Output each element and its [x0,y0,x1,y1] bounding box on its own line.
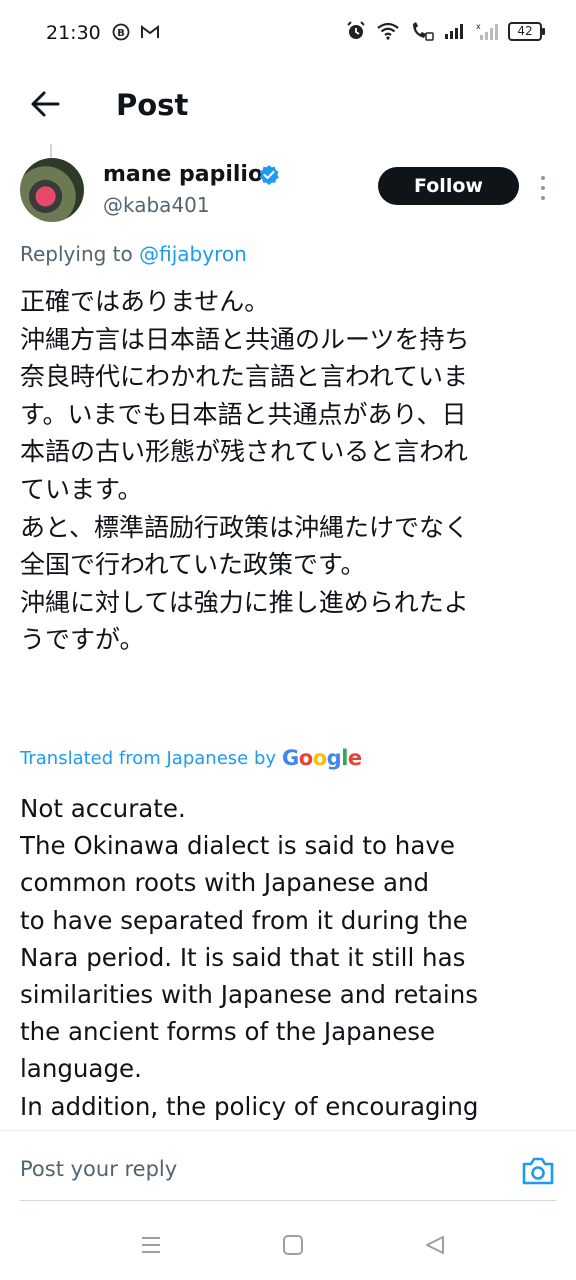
post-original-text: 正確ではありません。沖縄方言は日本語と共通のルーツを持ち 奈良時代にわかれた言語と… [20,283,560,659]
translated-text-line: common roots with Japanese and [20,868,430,898]
page-title: Post [116,88,189,122]
original-text-line: うですが。 [20,625,145,655]
arrow-left-icon [31,91,60,117]
wifi-call-icon [413,22,434,41]
translated-label: Translated from Japanese by [20,747,277,769]
reply-divider [20,1200,556,1201]
author-name[interactable]: mane papilio [103,162,263,187]
svg-text:x: x [476,22,481,31]
thread-line [50,144,52,158]
alarm-icon [347,21,365,39]
translated-text-line: similarities with Japanese and retains [20,980,478,1010]
translated-text-line: language. [20,1054,142,1084]
original-text-line: 沖縄に対しては強力に推し進められたよ [20,587,469,617]
translated-text-line: to have separated from it during the [20,905,468,935]
reply-bar: Post your reply [0,1130,576,1203]
original-text-line: 本語の古い形態が残されていると言われ [20,437,469,467]
translation-attribution[interactable]: Translated from Japanese by Google [20,746,362,770]
original-text-line: 全国で行われていた政策です。 [20,550,366,580]
camera-button[interactable] [521,1156,555,1186]
back-button[interactable] [28,84,68,124]
battery-icon: 42 [508,21,545,41]
original-text-line: 奈良時代にわかれた言語と言われていま [20,362,469,392]
system-nav-bar [0,1210,576,1280]
follow-button[interactable]: Follow [378,167,519,205]
wifi-icon [377,22,399,40]
translated-text-line: Not accurate. [20,794,186,823]
signal-icon [445,24,463,39]
post-translated-text: Not accurate. The Okinawa dialect is said… [20,790,565,1125]
svg-text:B: B [117,28,125,39]
status-bar: 21:30 B x 42 [0,0,576,66]
back-triangle-icon[interactable] [424,1234,446,1256]
b-circle-icon: B [112,23,130,41]
translated-text-line: the ancient forms of the Japanese [20,1017,436,1047]
menu-icon[interactable] [140,1234,162,1256]
top-header: Post [0,70,576,140]
translated-text-line: Nara period. It is said that it still ha… [20,942,466,972]
replying-to: Replying to @fijabyron [20,242,247,266]
translated-text-line: The Okinawa dialect is said to have [20,831,455,861]
home-square-icon[interactable] [282,1234,304,1256]
translated-text-line: In addition, the policy of encouraging [20,1091,479,1121]
status-time: 21:30 [46,22,101,44]
author-handle[interactable]: @kaba401 [103,193,210,217]
google-logo: Google [282,746,362,770]
camera-icon [522,1157,554,1185]
replying-to-link[interactable]: @fijabyron [139,242,247,266]
reply-input[interactable]: Post your reply [20,1157,177,1181]
original-text-line: あと、標準語励行政策は沖縄たけでなく [20,512,470,542]
avatar[interactable] [20,158,84,222]
status-left-icons: B [112,23,160,41]
original-text-line: 正確ではありません。 [20,287,270,316]
original-text-line: 沖縄方言は日本語と共通のルーツを持ち [20,324,470,354]
status-right-icons: x 42 [346,21,545,41]
verified-badge-icon [259,165,279,185]
replying-prefix: Replying to [20,242,133,266]
original-text-line: ています。 [20,474,143,504]
signal-weak-icon: x [476,22,498,40]
original-text-line: す。いまでも日本語と共通点があり、日 [20,399,467,429]
more-vertical-icon[interactable] [536,176,550,200]
gmail-icon [141,25,159,38]
